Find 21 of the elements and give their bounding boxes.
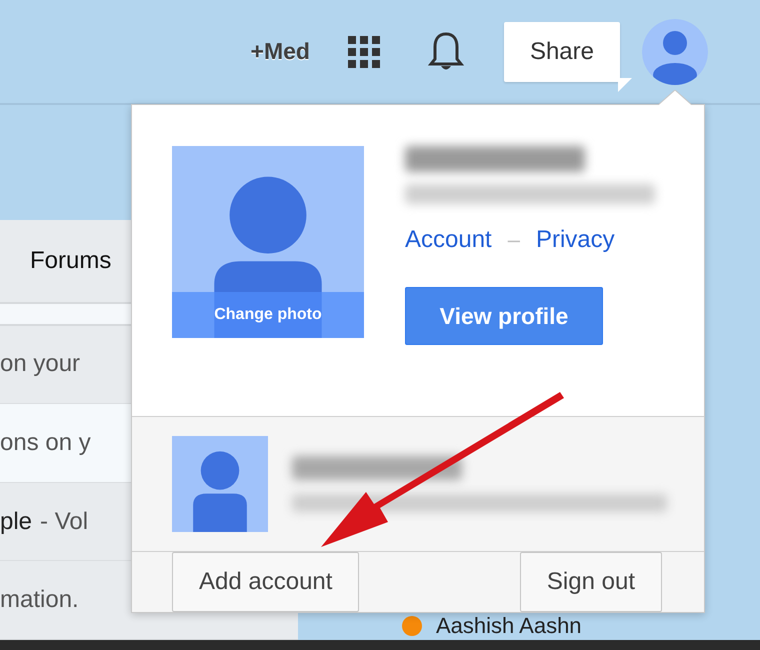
change-photo-button[interactable]: Change photo (172, 292, 364, 338)
bubble-tail (618, 78, 632, 92)
sign-out-button[interactable]: Sign out (520, 552, 662, 612)
row-text: mation. (0, 586, 79, 614)
account-avatar-icon (172, 436, 268, 532)
apps-grid-icon[interactable] (348, 36, 380, 68)
add-account-button[interactable]: Add account (172, 552, 360, 612)
notification-bell-icon[interactable] (428, 30, 464, 72)
row-subtext: - Vol (40, 508, 88, 536)
account-link[interactable]: Account (405, 226, 492, 254)
forums-tab[interactable]: Forums (30, 246, 112, 275)
row-text: ons on y (0, 428, 91, 457)
link-separator: – (508, 227, 520, 253)
share-button[interactable]: Share (504, 22, 620, 82)
view-profile-button[interactable]: View profile (405, 287, 603, 345)
row-text: on your (0, 350, 80, 378)
privacy-link[interactable]: Privacy (536, 226, 615, 254)
contact-name[interactable]: Aashish Aashn (436, 614, 582, 638)
avatar-icon[interactable] (642, 18, 708, 84)
plus-link[interactable]: +Med (250, 38, 310, 65)
row-text: ple (0, 508, 32, 536)
